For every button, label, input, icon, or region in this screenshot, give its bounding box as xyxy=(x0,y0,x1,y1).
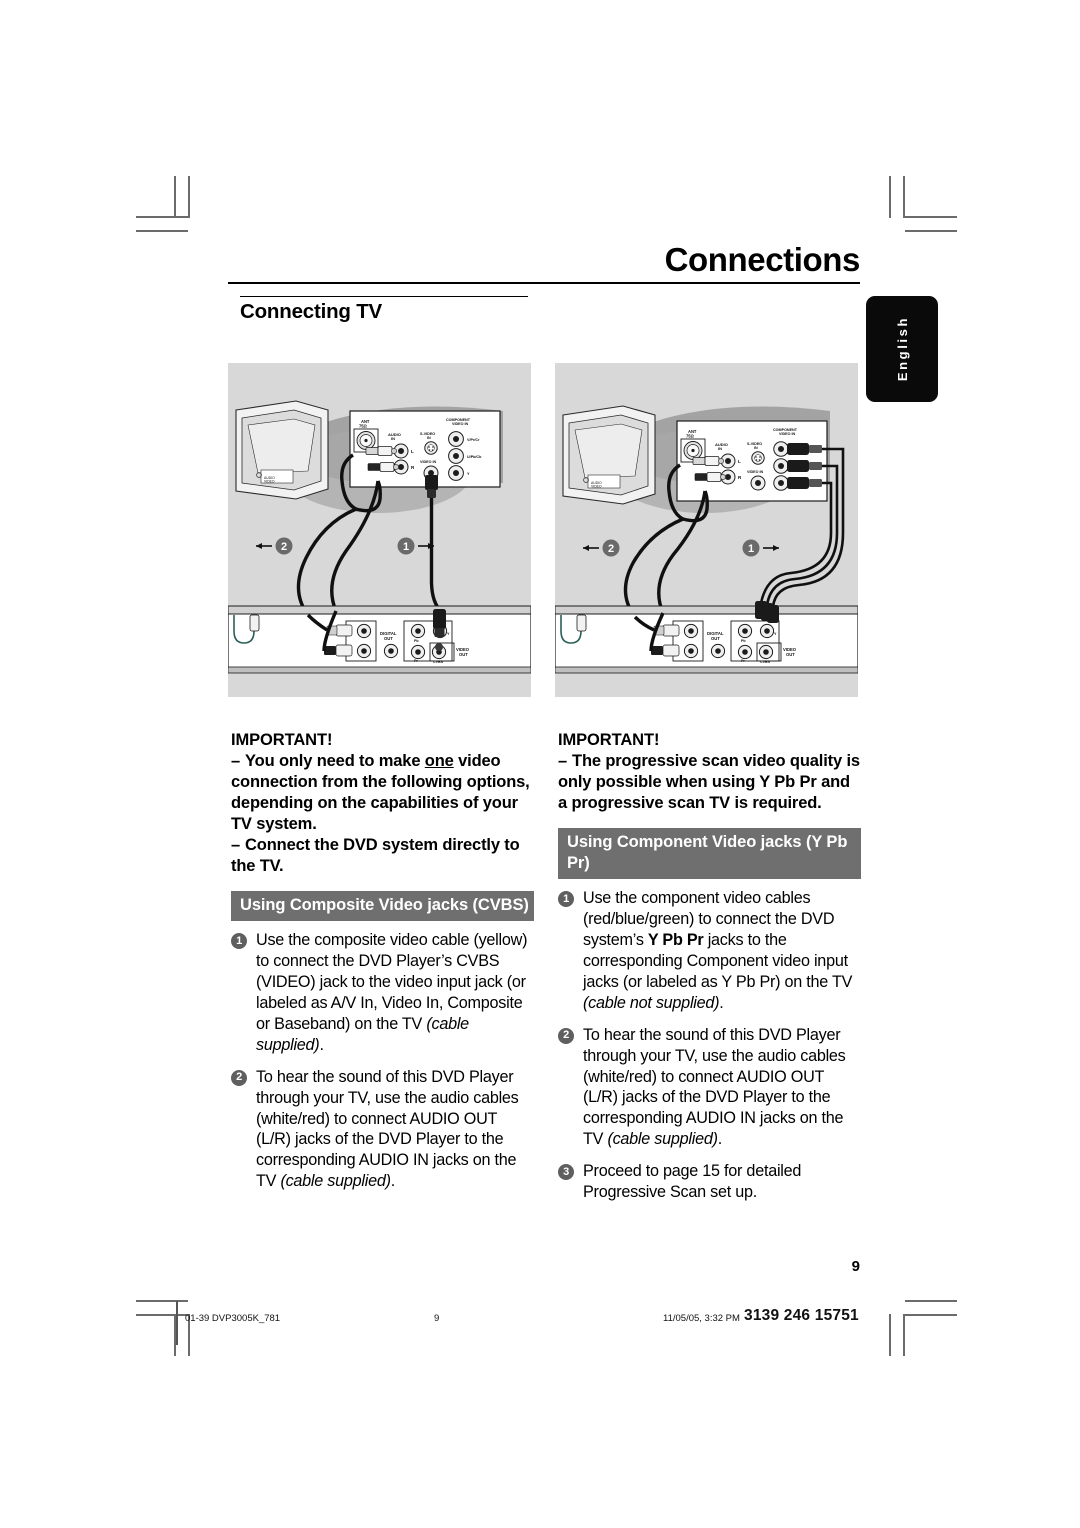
step-number-badge: 2 xyxy=(558,1027,574,1044)
svg-text:Pb: Pb xyxy=(741,639,746,643)
svg-text:VIDEO IN: VIDEO IN xyxy=(747,470,764,474)
dash-marker: – xyxy=(231,752,241,771)
svg-text:IN: IN xyxy=(427,436,431,440)
list-item: 1 Use the component video cables (red/bl… xyxy=(558,888,861,1013)
svg-text:VIDEO: VIDEO xyxy=(264,480,275,484)
important-heading-left: IMPORTANT! xyxy=(231,731,333,749)
svg-text:2: 2 xyxy=(281,541,287,553)
print-footer: 01-39 DVP3005K_781 9 11/05/05, 3:32 PM 3… xyxy=(0,1301,1080,1345)
crop-mark-top-left-v2 xyxy=(188,176,190,218)
svg-text:CVBS: CVBS xyxy=(433,660,444,664)
steps-list-composite: 1 Use the composite video cable (yellow)… xyxy=(231,930,534,1192)
language-tab: English xyxy=(866,296,938,402)
manual-page: Connections Connecting TV English AUDIO … xyxy=(0,0,1080,1528)
svg-text:VIDEO: VIDEO xyxy=(591,485,602,489)
right-text-column: IMPORTANT! – The progressive scan video q… xyxy=(558,730,861,1203)
svg-text:U/Pb/Cb: U/Pb/Cb xyxy=(467,455,482,459)
header-divider xyxy=(228,282,860,284)
important-item: – The progressive scan video quality is o… xyxy=(558,751,861,814)
footer-timestamp: 11/05/05, 3:32 PM xyxy=(663,1313,740,1324)
svg-text:Pr: Pr xyxy=(414,659,418,663)
important-list-right: – The progressive scan video quality is o… xyxy=(558,751,861,814)
crop-mark-top-left-h2 xyxy=(136,230,188,232)
step-tail: . xyxy=(319,1035,324,1054)
step-tail: . xyxy=(717,1130,723,1149)
step-text: Use the composite video cable (yellow) t… xyxy=(256,931,528,1033)
important-item-text-pre: The progressive scan video quality is on… xyxy=(558,752,860,813)
svg-text:IN: IN xyxy=(754,446,758,450)
chapter-title: Connections xyxy=(664,241,861,278)
component-video-connection-diagram: AUDIO VIDEO ANT 75Ω AUDIO IN L R S-VIDEO… xyxy=(555,363,858,697)
step-bold-term: Y Pb Pr xyxy=(647,931,704,950)
list-item: 3 Proceed to page 15 for detailed Progre… xyxy=(558,1161,861,1203)
list-item: 2 To hear the sound of this DVD Player t… xyxy=(231,1067,534,1192)
page-header: Connections xyxy=(228,243,860,284)
svg-text:L: L xyxy=(411,449,414,454)
steps-list-component: 1 Use the component video cables (red/bl… xyxy=(558,888,861,1202)
important-item: – Connect the DVD system directly to the … xyxy=(231,835,534,877)
page-title: Connecting TV xyxy=(240,300,383,323)
footer-page-number: 9 xyxy=(434,1313,440,1324)
crop-mark-top-left-v xyxy=(174,176,176,218)
section-heading-block: Connecting TV xyxy=(240,296,530,324)
important-list-left: – You only need to make one video connect… xyxy=(231,751,534,877)
svg-text:VIDEO IN: VIDEO IN xyxy=(452,422,469,426)
svg-text:Pr: Pr xyxy=(741,659,745,663)
svg-text:OUT: OUT xyxy=(384,636,393,641)
crop-mark-top-right-v2 xyxy=(889,176,891,218)
step-text: Proceed to page 15 for detailed Progress… xyxy=(583,1162,802,1201)
svg-text:VIDEO IN: VIDEO IN xyxy=(420,460,437,464)
svg-text:75Ω: 75Ω xyxy=(359,424,368,429)
composite-video-connection-diagram: AUDIO VIDEO ANT 75Ω AUDIO IN L R S-VIDEO… xyxy=(228,363,531,697)
svg-text:OUT: OUT xyxy=(711,636,720,641)
step-number-badge: 3 xyxy=(558,1164,574,1181)
footer-filename: 01-39 DVP3005K_781 xyxy=(185,1313,281,1324)
subsection-band-component: Using Component Video jacks (Y Pb Pr) xyxy=(558,828,861,880)
dash-marker: – xyxy=(558,752,568,771)
step-number-badge: 1 xyxy=(231,933,247,950)
svg-text:CVBS: CVBS xyxy=(760,660,771,664)
left-text-column: IMPORTANT! – You only need to make one vi… xyxy=(231,730,534,1192)
important-heading-right: IMPORTANT! xyxy=(558,731,660,749)
subsection-band-composite: Using Composite Video jacks (CVBS) xyxy=(231,891,534,922)
footer-rule xyxy=(176,1301,178,1345)
footer-document-code: 3139 246 15751 xyxy=(744,1307,859,1324)
crop-mark-top-right-v xyxy=(903,176,905,218)
step-tail: . xyxy=(719,993,724,1012)
important-item: – You only need to make one video connect… xyxy=(231,751,534,835)
important-item-text-pre: Connect the DVD system directly to the T… xyxy=(231,836,520,876)
svg-text:1: 1 xyxy=(748,543,754,555)
dash-marker: – xyxy=(231,836,241,855)
language-tab-label: English xyxy=(894,316,910,382)
step-italic-note: (cable supplied) xyxy=(280,1172,391,1191)
svg-text:V/Pr/Cr: V/Pr/Cr xyxy=(467,438,480,442)
svg-text:2: 2 xyxy=(608,543,614,555)
crop-mark-top-left-h xyxy=(136,216,188,218)
svg-text:1: 1 xyxy=(403,541,409,553)
step-italic-note: (cable not supplied) xyxy=(583,993,720,1012)
crop-mark-bottom-right-h xyxy=(905,1300,957,1302)
svg-text:OUT: OUT xyxy=(786,652,795,657)
page-number: 9 xyxy=(851,1258,860,1275)
important-item-underlined: one xyxy=(424,752,454,771)
list-item: 1 Use the composite video cable (yellow)… xyxy=(231,930,534,1055)
crop-mark-top-right-h2 xyxy=(905,230,957,232)
svg-text:IN: IN xyxy=(391,436,395,441)
step-tail: . xyxy=(390,1172,396,1191)
svg-text:OUT: OUT xyxy=(459,652,468,657)
list-item: 2 To hear the sound of this DVD Player t… xyxy=(558,1025,861,1150)
svg-text:Pb: Pb xyxy=(414,639,419,643)
svg-text:IN: IN xyxy=(718,446,722,451)
svg-text:VIDEO IN: VIDEO IN xyxy=(779,432,796,436)
step-number-badge: 1 xyxy=(558,891,574,908)
svg-text:75Ω: 75Ω xyxy=(686,434,695,439)
step-italic-note: (cable supplied) xyxy=(607,1130,718,1149)
crop-mark-bottom-left-h xyxy=(136,1300,188,1302)
step-number-badge: 2 xyxy=(231,1069,247,1086)
svg-text:L: L xyxy=(738,459,741,464)
important-item-text-pre: You only need to make xyxy=(245,752,425,771)
crop-mark-top-right-h xyxy=(905,216,957,218)
